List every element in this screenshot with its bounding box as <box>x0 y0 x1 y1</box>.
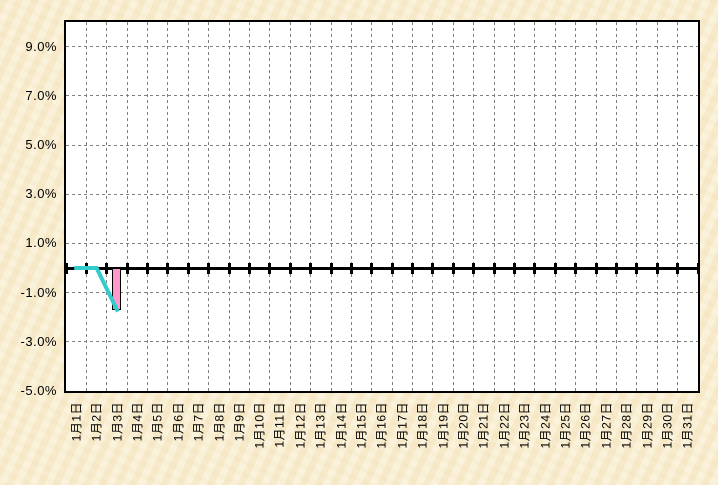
x-tick-label: 1月15日 <box>355 402 369 449</box>
x-tick-label: 1月31日 <box>681 402 695 449</box>
y-tick-label: 9.0% <box>0 39 57 55</box>
x-tick-label: 1月11日 <box>273 402 287 448</box>
x-tick-label: 1月5日 <box>151 402 165 441</box>
x-tick-label: 1月17日 <box>395 402 409 449</box>
x-tick-label: 1月13日 <box>314 402 328 449</box>
y-tick-label: -3.0% <box>0 334 57 350</box>
line-series[interactable] <box>66 22 698 391</box>
x-tick-label: 1月10日 <box>253 402 267 449</box>
y-tick-label: 5.0% <box>0 137 57 153</box>
x-tick-label: 1月22日 <box>497 402 511 449</box>
plot-area[interactable] <box>64 20 700 393</box>
x-tick-label: 1月7日 <box>192 402 206 441</box>
x-tick-label: 1月1日 <box>69 402 83 441</box>
y-tick-label: -1.0% <box>0 285 57 301</box>
x-tick-label: 1月9日 <box>232 402 246 441</box>
x-tick-label: 1月25日 <box>558 402 572 449</box>
y-tick-label: 1.0% <box>0 235 57 251</box>
x-tick-label: 1月18日 <box>416 402 430 449</box>
x-tick-label: 1月24日 <box>538 402 552 449</box>
y-tick-label: -5.0% <box>0 383 57 399</box>
y-tick-label: 3.0% <box>0 186 57 202</box>
x-tick-label: 1月29日 <box>640 402 654 449</box>
x-tick-label: 1月12日 <box>293 402 307 449</box>
x-tick-label: 1月20日 <box>457 402 471 449</box>
y-tick-label: 7.0% <box>0 88 57 104</box>
x-tick-label: 1月19日 <box>436 402 450 449</box>
x-tick-label: 1月23日 <box>518 402 532 449</box>
x-tick-label: 1月4日 <box>130 402 144 441</box>
x-tick-label: 1月2日 <box>90 402 104 441</box>
x-tick-label: 1月30日 <box>660 402 674 449</box>
x-tick-label: 1月14日 <box>334 402 348 449</box>
chart-canvas[interactable]: 9.0% 7.0% 5.0% 3.0% 1.0% -1.0% -3.0% -5.0% 1月1日… <box>0 0 718 485</box>
x-tick-label: 1月3日 <box>110 402 124 441</box>
x-tick-label: 1月28日 <box>620 402 634 449</box>
x-tick-label: 1月6日 <box>171 402 185 441</box>
x-tick-label: 1月26日 <box>579 402 593 449</box>
x-tick-label: 1月21日 <box>477 402 491 449</box>
x-tick-label: 1月16日 <box>375 402 389 449</box>
x-tick-label: 1月27日 <box>599 402 613 449</box>
x-tick-label: 1月8日 <box>212 402 226 441</box>
